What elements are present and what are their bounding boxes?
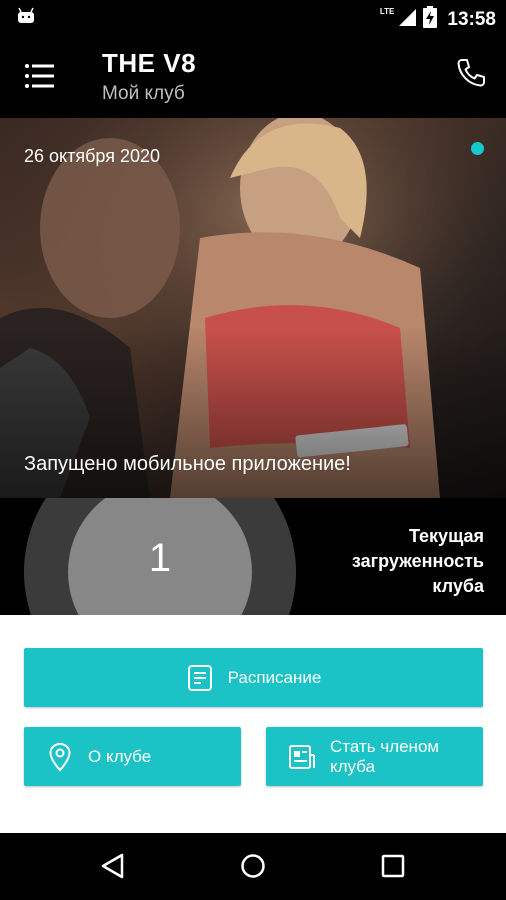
menu-button[interactable] bbox=[22, 58, 58, 94]
schedule-button[interactable]: Расписание bbox=[24, 648, 483, 707]
clock: 13:58 bbox=[447, 8, 496, 30]
system-nav-bar bbox=[0, 833, 506, 900]
become-member-button[interactable]: Стать членом клуба bbox=[266, 727, 483, 786]
occupancy-value: 1 bbox=[148, 536, 172, 580]
occupancy-label: Текущая загруженность клуба bbox=[351, 526, 484, 596]
call-button[interactable] bbox=[454, 56, 488, 90]
menu-icon bbox=[25, 64, 54, 88]
become-member-label: Стать членом клуба bbox=[330, 736, 440, 776]
status-bar: LTE 13:58 bbox=[0, 0, 506, 36]
about-club-label: О клубе bbox=[88, 746, 152, 766]
news-date: 26 октября 2020 bbox=[24, 146, 161, 166]
battery-charging-icon bbox=[423, 6, 438, 33]
lte-label: LTE bbox=[379, 7, 395, 16]
schedule-icon bbox=[186, 664, 214, 692]
club-occupancy: 1 Текущая загруженность клуба bbox=[0, 498, 506, 615]
location-pin-icon bbox=[46, 742, 74, 771]
android-icon bbox=[16, 6, 36, 31]
actions-panel: Расписание О клубе Стать членом клуба bbox=[0, 615, 506, 833]
app-bar: THE V8 Мой клуб bbox=[0, 36, 506, 118]
app-subtitle: Мой клуб bbox=[102, 83, 185, 104]
about-club-button[interactable]: О клубе bbox=[24, 727, 241, 786]
back-icon[interactable] bbox=[100, 853, 126, 884]
news-photo bbox=[0, 118, 506, 498]
lte-signal-icon bbox=[397, 7, 417, 32]
home-icon[interactable] bbox=[240, 853, 266, 884]
news-caption: Запущено мобильное приложение! bbox=[24, 453, 351, 475]
schedule-label: Расписание bbox=[227, 667, 322, 687]
recents-icon[interactable] bbox=[381, 854, 405, 883]
phone-icon bbox=[457, 59, 485, 87]
news-banner[interactable]: 26 октября 2020 Запущено мобильное прило… bbox=[0, 118, 506, 498]
membership-card-icon bbox=[288, 743, 316, 771]
carousel-indicator bbox=[471, 142, 484, 155]
app-title: THE V8 bbox=[102, 48, 197, 78]
